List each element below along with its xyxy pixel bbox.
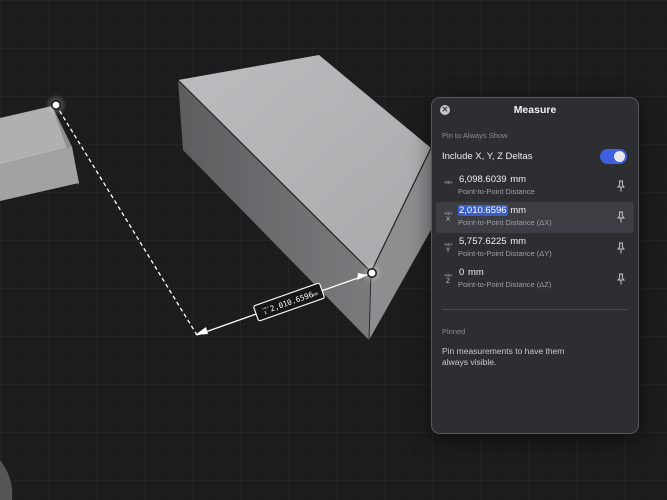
pin-section-label: Pin to Always Show <box>442 131 508 140</box>
delta-z-icon: +⊕+ Z <box>443 273 453 285</box>
measurement-description: Point-to-Point Distance (ΔX) <box>458 218 552 227</box>
measure-point-start[interactable] <box>45 94 67 116</box>
pin-icon[interactable] <box>616 273 626 285</box>
measurement-list: +⊕+ 6,098.6039 mm Point-to-Point Distanc… <box>432 171 638 295</box>
include-deltas-label: Include X, Y, Z Deltas <box>442 151 533 162</box>
delta-x-icon: +⊕+ X <box>443 211 453 223</box>
pinned-empty-message: Pin measurements to have them always vis… <box>442 346 565 367</box>
delta-y-icon: +⊕+ Y <box>443 242 453 254</box>
panel-header: ✕ Measure <box>432 98 638 124</box>
measure-panel: ✕ Measure Pin to Always Show Include X, … <box>431 97 639 434</box>
measurement-row-delta-y[interactable]: +⊕+ Y 5,757.6225 mm Point-to-Point Distan… <box>436 233 634 264</box>
include-deltas-row: Include X, Y, Z Deltas <box>432 146 638 168</box>
pin-icon[interactable] <box>616 211 626 223</box>
measurement-value: 5,757.6225 mm <box>459 236 527 247</box>
pin-icon[interactable] <box>616 180 626 192</box>
measurement-value: 2,010.6596 mm <box>458 205 527 216</box>
distance-icon: +⊕+ <box>443 180 453 186</box>
pinned-section-label: Pinned <box>442 327 466 336</box>
measurement-value: 0 mm <box>459 267 484 278</box>
measurement-row-delta-x[interactable]: +⊕+ X 2,010.6596 mm Point-to-Point Distan… <box>436 202 634 233</box>
measurement-description: Point-to-Point Distance <box>458 187 535 196</box>
pin-icon[interactable] <box>616 242 626 254</box>
measure-point-end[interactable] <box>361 262 383 284</box>
include-deltas-toggle[interactable] <box>600 149 627 164</box>
measurement-description: Point-to-Point Distance (ΔY) <box>458 249 552 258</box>
measurement-value: 6,098.6039 mm <box>459 174 527 185</box>
panel-title: Measure <box>513 104 557 116</box>
divider <box>442 309 628 310</box>
toggle-knob <box>614 151 625 162</box>
measurement-description: Point-to-Point Distance (ΔZ) <box>458 280 552 289</box>
measurement-row-distance[interactable]: +⊕+ 6,098.6039 mm Point-to-Point Distanc… <box>436 171 634 202</box>
measurement-row-delta-z[interactable]: +⊕+ Z 0 mm Point-to-Point Distance (ΔZ) <box>436 264 634 295</box>
